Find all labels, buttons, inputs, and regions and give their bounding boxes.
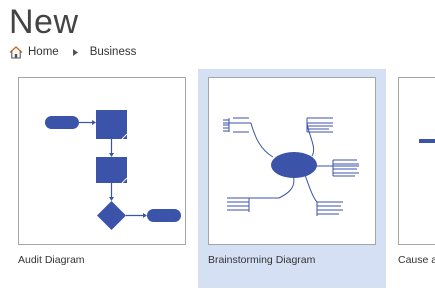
flow-terminator-start — [45, 116, 79, 129]
breadcrumb: Home Business — [9, 43, 136, 61]
template-thumbnail — [18, 77, 186, 245]
brainstorming-diagram-preview — [223, 117, 359, 216]
audit-diagram-preview — [45, 110, 181, 230]
breadcrumb-home-label: Home — [28, 46, 59, 58]
template-label: Audit Diagram — [18, 254, 85, 266]
fishbone-spine — [419, 139, 435, 143]
template-audit-diagram[interactable]: Audit Diagram — [8, 69, 196, 288]
breadcrumb-home-link[interactable]: Home — [9, 45, 59, 59]
template-label: Cause and Effect Diagram — [398, 254, 435, 266]
page-title: New — [9, 3, 79, 41]
central-topic-ellipse — [271, 152, 317, 178]
template-thumbnail — [208, 77, 376, 245]
template-thumbnail — [398, 77, 435, 245]
chevron-right-icon — [72, 48, 78, 56]
template-gallery: Audit Diagram Brainstorming Diagram Caus… — [0, 69, 435, 298]
cause-effect-diagram-preview — [419, 139, 435, 143]
template-label: Brainstorming Diagram — [208, 254, 316, 266]
flow-process-box — [96, 110, 127, 139]
flow-decision-diamond — [97, 201, 126, 230]
template-cause-and-effect-diagram[interactable]: Cause and Effect Diagram — [388, 69, 435, 288]
flow-terminator-end — [147, 209, 181, 222]
template-brainstorming-diagram[interactable]: Brainstorming Diagram — [198, 69, 386, 288]
home-icon — [9, 45, 23, 59]
breadcrumb-current[interactable]: Business — [90, 46, 137, 58]
flow-process-box — [96, 157, 127, 183]
